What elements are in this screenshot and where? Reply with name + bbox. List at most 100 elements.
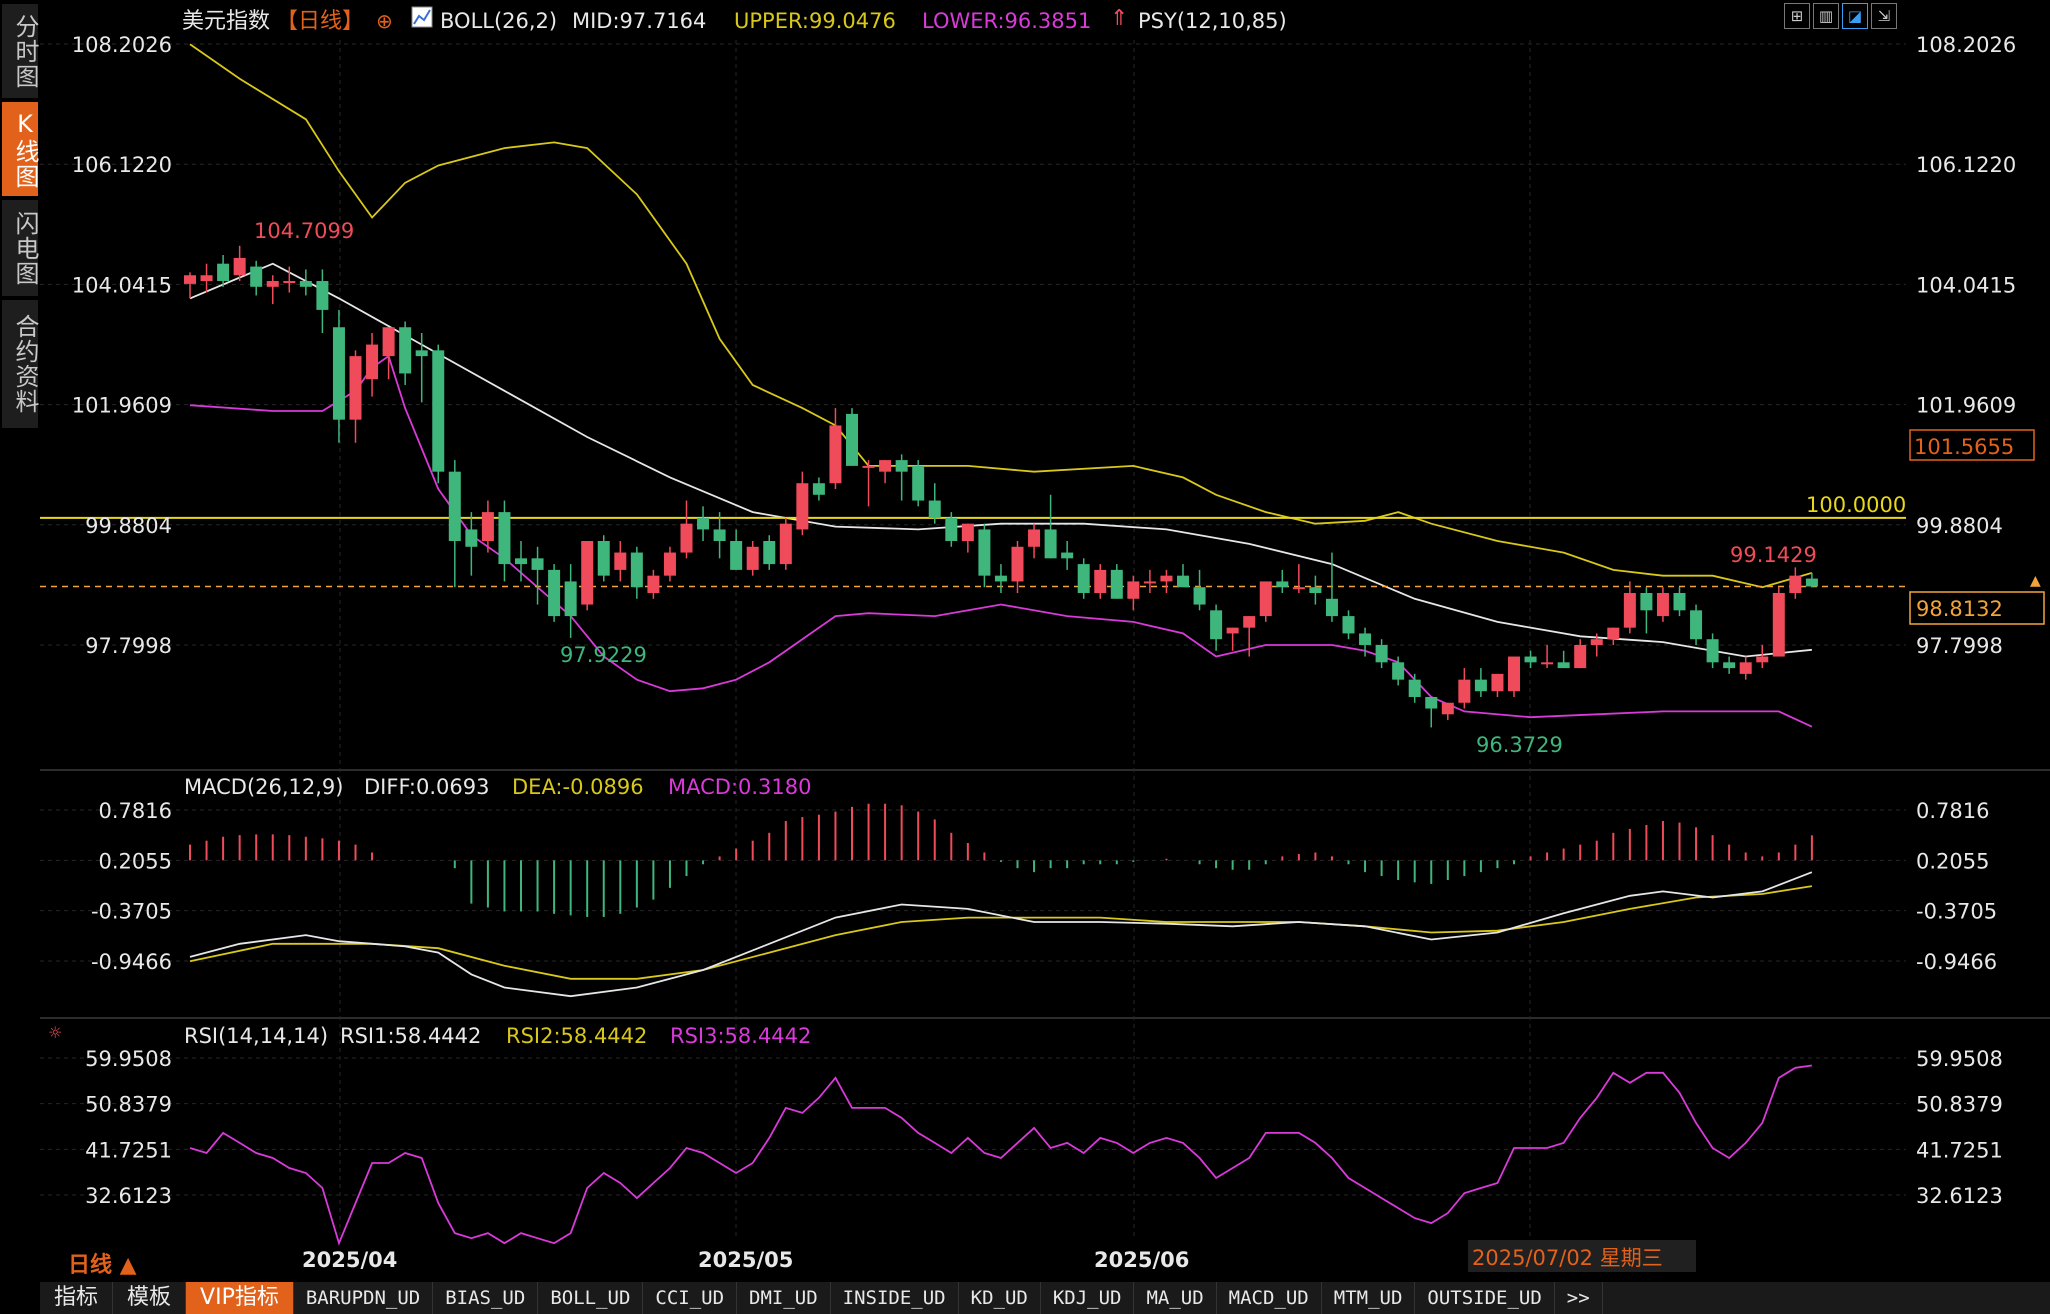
candle-body: [879, 460, 892, 472]
candle-body: [730, 540, 743, 570]
candle-body: [1673, 592, 1686, 611]
boll-label: BOLL(26,2): [440, 9, 557, 33]
settings-icon[interactable]: ⊕: [376, 9, 393, 33]
candle-body: [233, 257, 246, 276]
price-tick-label: 97.7998: [1916, 634, 2003, 658]
candle-body: [1259, 581, 1272, 617]
rsi-tick-label: 59.9508: [85, 1047, 172, 1071]
candle-body: [1508, 656, 1520, 692]
candle-body: [746, 546, 759, 570]
macd-value: MACD:0.3180: [668, 775, 812, 799]
tab-time-chart[interactable]: 分时图: [2, 4, 39, 98]
rsi-label: RSI(14,14,14): [184, 1024, 328, 1048]
price-tick-label: 99.8804: [1916, 514, 2003, 538]
candle-body: [1011, 546, 1024, 582]
tab-inside[interactable]: INSIDE_UD: [831, 1282, 959, 1314]
rsi2-value: RSI2:58.4442: [506, 1024, 647, 1048]
tab-more[interactable]: >>: [1555, 1282, 1603, 1314]
macd-tick-label: -0.9466: [1916, 950, 1997, 974]
tab-flash-chart[interactable]: 闪电图: [2, 200, 39, 296]
expand-icon[interactable]: ⇲: [1871, 3, 1897, 29]
candle-body: [1408, 679, 1421, 697]
candle-body: [1044, 529, 1057, 559]
candle-body: [349, 356, 362, 420]
tab-outside[interactable]: OUTSIDE_UD: [1415, 1282, 1555, 1314]
candle-body: [829, 425, 842, 484]
tab-boll[interactable]: BOLL_UD: [538, 1282, 644, 1314]
candle-body: [1607, 627, 1620, 640]
candle-body: [1723, 662, 1736, 669]
chart-canvas[interactable]: 108.2026 108.2026 106.1220 106.1220 104.0415…: [0, 0, 2050, 1314]
candle-body: [283, 281, 296, 284]
tab-template[interactable]: 模板: [113, 1282, 187, 1314]
rsi-tick-label: 41.7251: [85, 1138, 172, 1162]
candle-body: [1739, 662, 1752, 674]
tab-barupdn[interactable]: BARUPDN_UD: [294, 1282, 434, 1314]
candle-body: [299, 281, 312, 287]
tab-vip-indicator[interactable]: VIP指标: [186, 1282, 294, 1314]
cursor-date: 2025/07/02 星期三: [1472, 1246, 1663, 1270]
candle-body: [1127, 581, 1140, 599]
month-label-jun: 2025/06: [1094, 1248, 1189, 1272]
candle-body: [680, 523, 693, 553]
candle-body: [1491, 673, 1504, 692]
candle-body: [1574, 644, 1587, 669]
rsi-tick-label: 50.8379: [1916, 1093, 2003, 1117]
up-arrow-icon: ⇑: [1110, 6, 1128, 31]
candle-body: [1474, 679, 1487, 692]
candle-body: [217, 263, 230, 282]
macd-diff: DIFF:0.0693: [364, 775, 489, 799]
rsi-tick-label: 50.8379: [85, 1093, 172, 1117]
candle-body: [1094, 569, 1107, 593]
tab-contract-info[interactable]: 合约资料: [2, 300, 39, 428]
bars-icon[interactable]: ▥: [1813, 3, 1839, 29]
price-tick-label: 99.8804: [85, 514, 172, 538]
candle-body: [647, 575, 660, 593]
tab-kdj[interactable]: KDJ_UD: [1041, 1282, 1135, 1314]
candle-body: [515, 558, 527, 565]
tab-indicator[interactable]: 指标: [40, 1282, 114, 1314]
candle-body: [1309, 587, 1322, 593]
tab-cci[interactable]: CCI_UD: [643, 1282, 738, 1314]
tab-mtm[interactable]: MTM_UD: [1322, 1282, 1416, 1314]
tab-dmi[interactable]: DMI_UD: [737, 1282, 831, 1314]
macd-tick-label: 0.7816: [1916, 799, 1989, 823]
alert-up-icon[interactable]: ▲: [2030, 573, 2041, 589]
candle-body: [1243, 616, 1256, 628]
chart-icon[interactable]: ◪: [1842, 3, 1868, 29]
price-tick-label: 108.2026: [1916, 33, 2016, 57]
price-box-value: 101.5655: [1914, 435, 2014, 459]
candle-body: [1375, 644, 1388, 663]
month-label-may: 2025/05: [698, 1248, 793, 1272]
sun-icon[interactable]: ☼: [48, 1023, 62, 1042]
tab-ma[interactable]: MA_UD: [1134, 1282, 1217, 1314]
macd-label: MACD(26,12,9): [184, 775, 344, 799]
candle-body: [928, 500, 941, 518]
high-marker: 104.7099: [254, 219, 354, 243]
candle-body: [994, 575, 1007, 582]
period-selector[interactable]: 日线 ▲: [68, 1252, 137, 1278]
tab-macd[interactable]: MACD_UD: [1217, 1282, 1322, 1314]
rsi-tick-label: 59.9508: [1916, 1047, 2003, 1071]
grid-icon[interactable]: ⊞: [1784, 3, 1810, 29]
candle-body: [779, 523, 792, 565]
macd-tick-label: 0.2055: [99, 849, 172, 873]
candle-body: [663, 552, 676, 576]
candle-body: [862, 465, 875, 468]
tab-bias[interactable]: BIAS_UD: [433, 1282, 539, 1314]
candle-body: [432, 350, 445, 472]
tab-kline-chart[interactable]: K线图: [2, 102, 39, 196]
month-label-apr: 2025/04: [302, 1248, 397, 1272]
candle-body: [1458, 679, 1471, 703]
candle-body: [1210, 610, 1223, 640]
candle-body: [1690, 610, 1703, 640]
price-tick-label: 97.7998: [85, 634, 172, 658]
candle-body: [1789, 575, 1802, 593]
candle-body: [630, 552, 643, 588]
candle-body: [1061, 552, 1074, 559]
tab-kd[interactable]: KD_UD: [959, 1282, 1041, 1314]
candle-body: [978, 529, 991, 576]
instrument-title: 美元指数: [182, 9, 270, 34]
price-tick-label: 108.2026: [72, 33, 172, 57]
candle-body: [1425, 696, 1438, 709]
